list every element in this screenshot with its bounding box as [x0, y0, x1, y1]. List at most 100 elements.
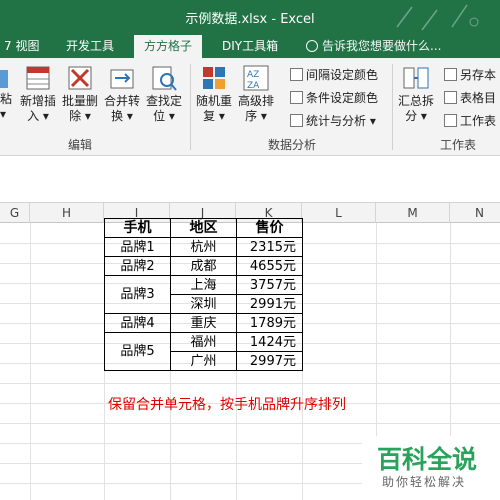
brand-cell[interactable]: 品牌1 — [104, 237, 171, 257]
price-cell[interactable]: 2997元 — [236, 351, 303, 371]
advanced-sort-button[interactable]: AZ ZA 高级排 序 ▾ — [238, 64, 274, 124]
table-icon — [444, 91, 457, 104]
worksheet-label: 工作表 — [460, 114, 497, 128]
find-locate-label-2: 位 ▾ — [153, 109, 175, 123]
save-sheet-label: 另存本 — [460, 68, 497, 82]
stat-analysis-icon — [290, 114, 303, 127]
table-row: 品牌1 杭州 2315元 — [104, 237, 303, 257]
table-header-row: 手机 地区 售价 — [104, 218, 303, 238]
svg-text:ZA: ZA — [247, 81, 260, 91]
price-cell[interactable]: 2315元 — [236, 237, 303, 257]
region-cell[interactable]: 上海 — [170, 275, 237, 295]
random-repeat-label: 随机重 — [196, 94, 233, 108]
column-header-g[interactable]: G — [0, 203, 30, 223]
batch-insert-label-2: 入 ▾ — [27, 109, 49, 123]
data-table: 手机 地区 售价 品牌1 杭州 2315元 品牌2 成都 4655元 品牌3 上… — [104, 218, 303, 371]
table-row: 品牌2 成都 4655元 — [104, 256, 303, 276]
interval-color-label: 间隔设定颜色 — [306, 68, 379, 82]
save-icon — [444, 68, 457, 81]
region-cell[interactable]: 杭州 — [170, 237, 237, 257]
batch-delete-label-2: 除 ▾ — [69, 109, 91, 123]
conditional-color-button[interactable]: 条件设定颜色 — [290, 89, 378, 106]
instruction-note: 保留合并单元格，按手机品牌升序排列 — [108, 397, 346, 413]
brand-cell[interactable]: 品牌2 — [104, 256, 171, 276]
column-header-m[interactable]: M — [376, 203, 450, 223]
header-cell-price[interactable]: 售价 — [236, 218, 303, 238]
title-bar: 示例数据.xlsx - Excel — [0, 0, 500, 32]
find-locate-label: 查找定 — [146, 94, 183, 108]
ribbon: 粘 ▾ 新增插 入 ▾ 批量删 除 ▾ 合并转 换 ▾ 查找定 位 ▾ 随机重 … — [0, 58, 500, 156]
search-icon — [150, 64, 178, 92]
interval-color-button[interactable]: 间隔设定颜色 — [290, 66, 378, 83]
summary-split-icon — [402, 64, 430, 92]
brand-cell[interactable]: 品牌4 — [104, 313, 171, 333]
group-label-worksheet: 工作表 — [440, 138, 477, 152]
column-header-n[interactable]: N — [450, 203, 500, 223]
worksheet-button[interactable]: 工作表 — [444, 112, 496, 129]
tell-me-box[interactable]: 告诉我您想要做什么... — [306, 37, 441, 54]
paste-icon — [0, 64, 8, 92]
batch-delete-button[interactable]: 批量删 除 ▾ — [62, 64, 98, 124]
price-cell[interactable]: 1789元 — [236, 313, 303, 333]
group-label-edit: 编辑 — [68, 138, 93, 152]
price-cell[interactable]: 1424元 — [236, 332, 303, 352]
advanced-sort-label: 高级排 — [238, 94, 275, 108]
sort-az-icon: AZ ZA — [242, 64, 270, 92]
region-cell[interactable]: 成都 — [170, 256, 237, 276]
formula-bar-area[interactable] — [0, 157, 500, 203]
paste-button[interactable]: 粘 ▾ — [0, 64, 12, 122]
random-repeat-label-2: 复 ▾ — [203, 109, 225, 123]
conditional-color-label: 条件设定颜色 — [306, 91, 379, 105]
brand-cell-merged[interactable]: 品牌3 — [104, 275, 171, 314]
delete-cells-icon — [66, 64, 94, 92]
region-cell[interactable]: 深圳 — [170, 294, 237, 314]
group-separator — [392, 64, 393, 150]
watermark-logo: 百科全说 助你轻松解决 — [362, 436, 500, 500]
brand-cell-merged[interactable]: 品牌5 — [104, 332, 171, 371]
region-cell[interactable]: 广州 — [170, 351, 237, 371]
table-row: 品牌5 福州 1424元 — [104, 332, 303, 371]
header-cell-region[interactable]: 地区 — [170, 218, 237, 238]
region-cell[interactable]: 重庆 — [170, 313, 237, 333]
table-dir-label: 表格目 — [460, 91, 497, 105]
group-label-data-analysis: 数据分析 — [268, 138, 317, 152]
price-cell[interactable]: 2991元 — [236, 294, 303, 314]
find-locate-button[interactable]: 查找定 位 ▾ — [146, 64, 182, 124]
save-sheet-button[interactable]: 另存本 — [444, 66, 496, 83]
random-grid-icon — [200, 64, 228, 92]
watermark-subtitle: 助你轻松解决 — [382, 475, 467, 489]
ribbon-tabs: 7 视图 开发工具 方方格子 DIY工具箱 告诉我您想要做什么... — [0, 32, 500, 58]
region-cell[interactable]: 福州 — [170, 332, 237, 352]
column-header-h[interactable]: H — [30, 203, 104, 223]
watermark-title: 百科全说 — [377, 445, 478, 474]
price-cell[interactable]: 3757元 — [236, 275, 303, 295]
paste-dropdown: ▾ — [0, 107, 7, 121]
advanced-sort-label-2: 序 ▾ — [245, 109, 267, 123]
random-repeat-button[interactable]: 随机重 复 ▾ — [196, 64, 232, 124]
column-header-l[interactable]: L — [302, 203, 376, 223]
batch-insert-label: 新增插 — [20, 94, 57, 108]
price-cell[interactable]: 4655元 — [236, 256, 303, 276]
table-row: 品牌3 上海 3757元 — [104, 275, 303, 314]
tab-fangfang[interactable]: 方方格子 — [134, 35, 203, 58]
merge-convert-label-2: 换 ▾ — [111, 109, 133, 123]
insert-rows-icon — [24, 64, 52, 92]
header-cell-phone[interactable]: 手机 — [104, 218, 171, 238]
table-dir-button[interactable]: 表格目 — [444, 89, 496, 106]
merge-convert-button[interactable]: 合并转 换 ▾ — [104, 64, 140, 124]
batch-insert-button[interactable]: 新增插 入 ▾ — [20, 64, 56, 124]
interval-color-icon — [290, 68, 303, 81]
batch-delete-label: 批量删 — [62, 94, 99, 108]
tab-view[interactable]: 7 视图 — [4, 37, 39, 54]
stat-analysis-button[interactable]: 统计与分析 ▾ — [290, 112, 376, 129]
summary-split-label: 汇总拆 — [398, 94, 435, 108]
tell-me-placeholder: 告诉我您想要做什么... — [322, 39, 442, 53]
svg-text:AZ: AZ — [247, 70, 259, 80]
lightbulb-icon — [306, 40, 318, 52]
table-row: 品牌4 重庆 1789元 — [104, 313, 303, 333]
conditional-color-icon — [290, 91, 303, 104]
tab-diy-toolbox[interactable]: DIY工具箱 — [222, 37, 278, 54]
summary-split-button[interactable]: 汇总拆 分 ▾ — [398, 64, 434, 124]
paste-label: 粘 — [0, 92, 13, 106]
tab-developer[interactable]: 开发工具 — [66, 37, 114, 54]
